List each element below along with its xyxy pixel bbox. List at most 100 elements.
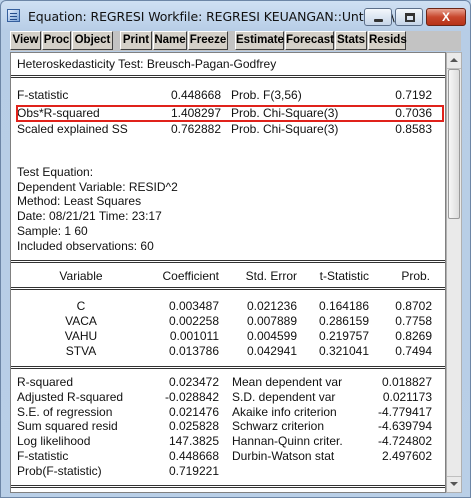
stat-label: Mean dependent var: [232, 375, 343, 389]
coefficient-cell: 0.001011: [169, 329, 219, 343]
freeze-button[interactable]: Freeze: [188, 31, 228, 50]
stats-button[interactable]: Stats: [335, 31, 367, 50]
estimate-button[interactable]: Estimate: [235, 31, 284, 50]
stat-value: 0.021476: [168, 405, 219, 419]
window-title: Equation: REGRESI Workfile: REGRESI KEUA…: [28, 9, 395, 24]
t-statistic-cell: 0.321041: [318, 344, 369, 358]
test-stat-label: Scaled explained SS: [17, 122, 128, 136]
resids-button[interactable]: Resids: [368, 31, 407, 50]
stat-label: Log likelihood: [17, 434, 91, 448]
equation-window-icon[interactable]: [7, 9, 20, 22]
forecast-button[interactable]: Forecast: [285, 31, 334, 50]
stat-label: S.D. dependent var: [232, 390, 336, 404]
stat-value: 147.3825: [168, 434, 219, 448]
prob-cell: 0.7758: [395, 314, 432, 328]
stat-value: 0.023472: [168, 375, 219, 389]
t-statistic-cell: 0.286159: [318, 314, 369, 328]
stat-value: 0.018827: [381, 375, 432, 389]
stat-label: F-statistic: [17, 449, 69, 463]
stat-label: Prob(F-statistic): [17, 464, 102, 478]
equation-line: Test Equation:: [17, 165, 94, 179]
arrow-up-icon: [450, 58, 458, 62]
stat-value: 0.448668: [168, 449, 219, 463]
variable-cell: VACA: [65, 314, 97, 328]
object-button[interactable]: Object: [72, 31, 113, 50]
equation-line: Date: 08/21/21 Time: 23:17: [17, 209, 162, 223]
prob-cell: 0.8269: [395, 329, 432, 343]
stat-value: -4.779417: [377, 405, 432, 419]
col-header: Coefficient: [162, 269, 219, 283]
equation-window: Equation: REGRESI Workfile: REGRESI KEUA…: [0, 0, 471, 498]
variable-cell: C: [76, 299, 86, 313]
stat-label: Schwarz criterion: [232, 419, 325, 433]
stat-label: S.E. of regression: [17, 405, 113, 419]
output-pane[interactable]: Heteroskedasticity Test: Breusch-Pagan-G…: [10, 52, 446, 493]
divider: [11, 260, 445, 263]
t-statistic-cell: 0.164186: [318, 299, 369, 313]
test-stat-value: 0.448668: [170, 88, 221, 102]
stat-value: 0.719221: [168, 464, 219, 478]
title-bar[interactable]: Equation: REGRESI Workfile: REGRESI KEUA…: [1, 1, 470, 31]
col-header: Prob.: [401, 269, 430, 283]
equation-line: Dependent Variable: RESID^2: [17, 180, 178, 194]
std-error-cell: 0.007889: [246, 314, 297, 328]
col-header: t-Statistic: [319, 269, 369, 283]
equation-line: Included observations: 60: [17, 239, 154, 253]
coefficient-cell: 0.002258: [168, 314, 219, 328]
maximize-icon: [405, 13, 415, 22]
test-stat-value: 0.762882: [170, 122, 221, 136]
test-stat-label: F-statistic: [17, 88, 69, 102]
stat-label: Hannan-Quinn criter.: [232, 434, 343, 448]
test-prob-value: 0.8583: [395, 122, 432, 136]
test-prob-label: Prob. Chi-Square(3): [231, 122, 339, 136]
minimize-icon: [374, 19, 383, 22]
stat-label: R-squared: [17, 375, 74, 389]
coefficient-cell: 0.013786: [168, 344, 219, 358]
stat-value: -4.724802: [377, 434, 432, 448]
divider: [11, 287, 445, 290]
stat-label: Sum squared resid: [17, 419, 118, 433]
col-header: Std. Error: [245, 269, 297, 283]
prob-cell: 0.7494: [395, 344, 432, 358]
divider: [11, 366, 445, 369]
close-icon: X: [441, 10, 450, 24]
minimize-button[interactable]: [364, 8, 392, 26]
stat-value: 2.497602: [381, 449, 432, 463]
scroll-down-button[interactable]: [447, 476, 461, 492]
equation-line: Sample: 1 60: [17, 224, 88, 238]
variable-cell: STVA: [65, 344, 97, 358]
highlight-box: [16, 105, 444, 122]
stat-label: Akaike info criterion: [232, 405, 337, 419]
col-header: Variable: [59, 269, 103, 283]
t-statistic-cell: 0.219757: [318, 329, 369, 343]
divider: [11, 75, 445, 78]
stat-value: 0.025828: [168, 419, 219, 433]
stat-label: Durbin-Watson stat: [232, 449, 335, 463]
stat-value: -0.028842: [164, 390, 219, 404]
name-button[interactable]: Name: [153, 31, 187, 50]
proc-button[interactable]: Proc: [42, 31, 71, 50]
test-prob-label: Prob. F(3,56): [231, 88, 302, 102]
equation-line: Method: Least Squares: [17, 194, 142, 208]
variable-cell: VAHU: [64, 329, 98, 343]
stat-value: 0.021173: [382, 390, 432, 404]
maximize-button[interactable]: [395, 8, 423, 26]
test-header: Heteroskedasticity Test: Breusch-Pagan-G…: [17, 57, 277, 71]
view-button[interactable]: View: [10, 31, 41, 50]
std-error-cell: 0.021236: [246, 299, 297, 313]
std-error-cell: 0.042941: [246, 344, 297, 358]
equation-toolbar: View Proc Object Print Name Freeze Estim…: [10, 31, 461, 51]
print-button[interactable]: Print: [120, 31, 152, 50]
arrow-down-icon: [450, 482, 458, 486]
scroll-thumb[interactable]: [448, 69, 460, 219]
close-button[interactable]: X: [426, 8, 466, 26]
scroll-up-button[interactable]: [447, 53, 461, 69]
prob-cell: 0.8702: [395, 299, 432, 313]
vertical-scrollbar[interactable]: [446, 52, 462, 493]
test-prob-value: 0.7192: [395, 88, 432, 102]
coefficient-cell: 0.003487: [168, 299, 219, 313]
stat-label: Adjusted R-squared: [17, 390, 124, 404]
divider: [11, 485, 445, 488]
stat-value: -4.639794: [377, 419, 432, 433]
std-error-cell: 0.004599: [246, 329, 297, 343]
